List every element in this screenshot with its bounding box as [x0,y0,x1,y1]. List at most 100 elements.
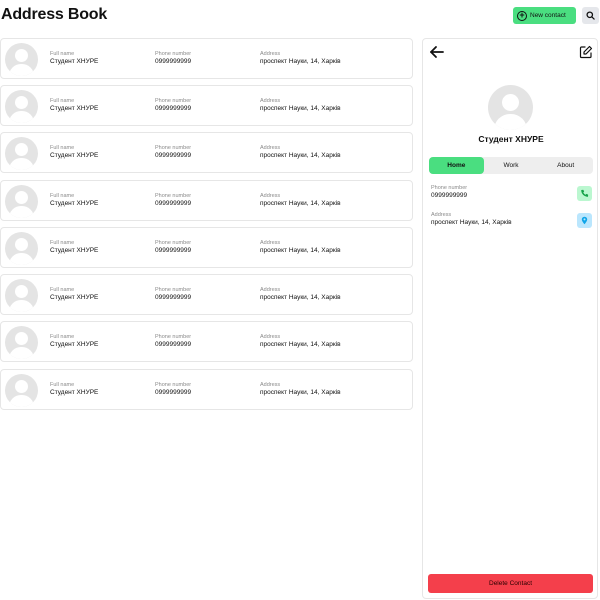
phone-value: 0999999999 [155,58,192,65]
full-name-label: Full name [50,98,75,104]
address-label: Address [260,51,281,57]
full-name-label: Full name [50,240,75,246]
phone-value: 0999999999 [155,200,192,207]
contact-card[interactable]: Full name Студент ХНУРЕ Phone number 099999… [0,227,413,268]
contact-card[interactable]: Full name Студент ХНУРЕ Phone number 099999… [0,85,413,126]
full-name-field: Full name Студент ХНУРЕ [50,193,98,208]
address-value: проспект Науки, 14, Харків [260,105,341,112]
avatar [5,43,38,76]
search-icon [586,11,595,20]
address-label: Address [260,193,281,199]
phone-field: Phone number 0999999999 [155,193,191,208]
map-button[interactable] [577,213,592,228]
map-pin-icon [581,216,588,225]
full-name-value: Студент ХНУРЕ [50,58,99,65]
full-name-label: Full name [50,382,75,388]
phone-value: 0999999999 [155,152,192,159]
contact-avatar [488,85,533,130]
avatar [5,232,38,265]
arrow-left-icon [430,46,444,58]
edit-button[interactable] [579,45,593,59]
avatar [5,374,38,407]
address-info: Address проспект Науки, 14, Харків [431,212,512,227]
app-header: Address Book + New contact [0,0,600,32]
back-button[interactable] [429,45,445,59]
tab-home[interactable]: Home [429,157,484,174]
full-name-value: Студент ХНУРЕ [50,152,99,159]
full-name-field: Full name Студент ХНУРЕ [50,287,98,302]
phone-value: 0999999999 [155,105,192,112]
address-value: проспект Науки, 14, Харків [260,247,341,254]
address-value: проспект Науки, 14, Харків [260,389,341,396]
contact-card[interactable]: Full name Студент ХНУРЕ Phone number 099999… [0,180,413,221]
phone-field: Phone number 0999999999 [155,240,191,255]
address-value: проспект Науки, 14, Харків [431,219,512,226]
phone-value: 0999999999 [431,192,468,199]
avatar [5,279,38,312]
phone-label: Phone number [155,145,192,151]
phone-value: 0999999999 [155,341,192,348]
full-name-field: Full name Студент ХНУРЕ [50,334,98,349]
full-name-label: Full name [50,145,75,151]
new-contact-label: New contact [530,12,566,19]
address-field: Address проспект Науки, 14, Харків [260,287,341,302]
phone-field: Phone number 0999999999 [155,145,191,160]
avatar [5,137,38,170]
address-value: проспект Науки, 14, Харків [260,200,341,207]
contact-card[interactable]: Full name Студент ХНУРЕ Phone number 099999… [0,369,413,410]
address-label: Address [431,212,452,218]
phone-label: Phone number [155,98,192,104]
phone-label: Phone number [155,334,192,340]
address-label: Address [260,240,281,246]
avatar [5,326,38,359]
tab-about[interactable]: About [538,157,593,174]
full-name-value: Студент ХНУРЕ [50,294,99,301]
full-name-value: Студент ХНУРЕ [50,200,99,207]
detail-tabs: Home Work About [429,157,593,174]
app-title: Address Book [1,6,108,23]
full-name-label: Full name [50,193,75,199]
address-value: проспект Науки, 14, Харків [260,341,341,348]
address-value: проспект Науки, 14, Харків [260,58,341,65]
phone-field: Phone number 0999999999 [155,98,191,113]
phone-info: Phone number 0999999999 [431,185,467,200]
address-label: Address [260,98,281,104]
address-field: Address проспект Науки, 14, Харків [260,51,341,66]
full-name-field: Full name Студент ХНУРЕ [50,382,98,397]
phone-field: Phone number 0999999999 [155,287,191,302]
phone-field: Phone number 0999999999 [155,334,191,349]
full-name-value: Студент ХНУРЕ [50,341,99,348]
phone-label: Phone number [155,240,192,246]
edit-icon [579,45,593,59]
phone-label: Phone number [155,51,192,57]
address-field: Address проспект Науки, 14, Харків [260,240,341,255]
avatar [5,90,38,123]
contact-detail-panel: Студент ХНУРЕ Home Work About Phone numb… [422,38,598,599]
tab-work[interactable]: Work [484,157,539,174]
contact-card[interactable]: Full name Студент ХНУРЕ Phone number 099999… [0,38,413,79]
new-contact-button[interactable]: + New contact [513,7,576,24]
phone-label: Phone number [431,185,468,191]
full-name-field: Full name Студент ХНУРЕ [50,145,98,160]
search-button[interactable] [582,7,599,24]
full-name-field: Full name Студент ХНУРЕ [50,51,98,66]
phone-value: 0999999999 [155,389,192,396]
full-name-label: Full name [50,334,75,340]
address-value: проспект Науки, 14, Харків [260,294,341,301]
contact-card[interactable]: Full name Студент ХНУРЕ Phone number 099999… [0,321,413,362]
delete-contact-button[interactable]: Delete Contact [428,574,593,593]
full-name-value: Студент ХНУРЕ [50,247,99,254]
phone-icon [581,189,589,197]
contact-card[interactable]: Full name Студент ХНУРЕ Phone number 099999… [0,132,413,173]
call-button[interactable] [577,186,592,201]
phone-label: Phone number [155,382,192,388]
address-field: Address проспект Науки, 14, Харків [260,382,341,397]
full-name-field: Full name Студент ХНУРЕ [50,240,98,255]
contact-card[interactable]: Full name Студент ХНУРЕ Phone number 099999… [0,274,413,315]
full-name-label: Full name [50,51,75,57]
address-label: Address [260,287,281,293]
full-name-value: Студент ХНУРЕ [50,389,99,396]
address-value: проспект Науки, 14, Харків [260,152,341,159]
address-field: Address проспект Науки, 14, Харків [260,98,341,113]
address-label: Address [260,334,281,340]
